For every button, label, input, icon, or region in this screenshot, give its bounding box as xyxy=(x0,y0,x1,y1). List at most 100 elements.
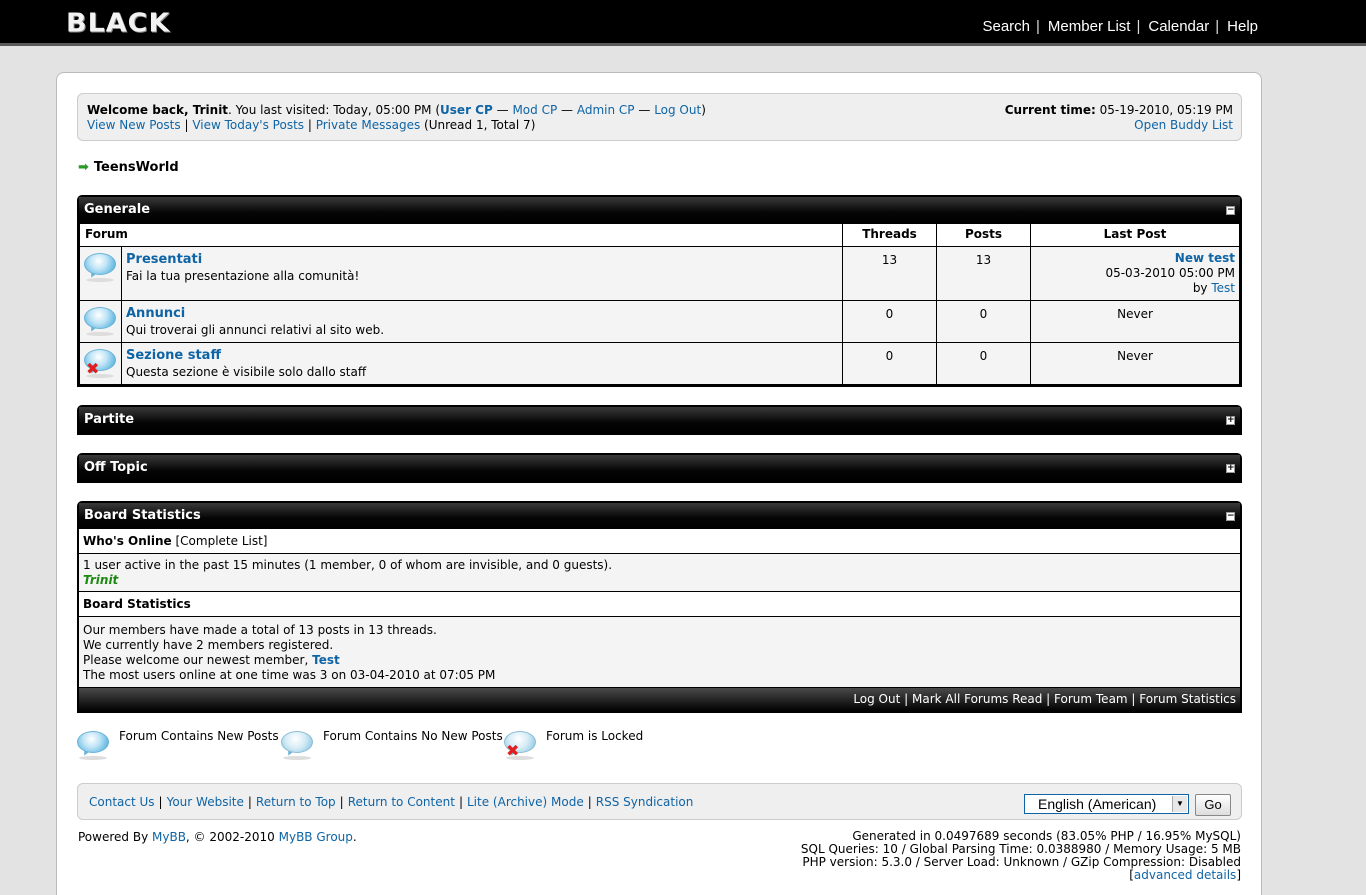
forum-last-post: New test 05-03-2010 05:00 PM by Test xyxy=(1030,246,1240,301)
board-stats-row: Board Statistics xyxy=(79,592,1240,617)
user-cp-link[interactable]: User CP xyxy=(440,103,493,117)
mybb-group-link[interactable]: MyBB Group xyxy=(279,830,353,844)
private-messages-link[interactable]: Private Messages xyxy=(316,118,421,132)
return-to-top-link[interactable]: Return to Top xyxy=(256,795,336,809)
forum-locked-icon: ✖ xyxy=(504,729,538,760)
whos-online-label: Who's Online xyxy=(83,534,172,548)
mark-all-read-link[interactable]: Mark All Forums Read xyxy=(912,692,1042,706)
forum-name-cell: Sezione staff Questa sezione è visibile … xyxy=(121,342,843,385)
expand-icon[interactable]: + xyxy=(1226,416,1235,425)
category-header: Generale − xyxy=(79,197,1240,223)
contact-us-link[interactable]: Contact Us xyxy=(89,795,155,809)
forum-name-link[interactable]: Presentati xyxy=(126,252,202,267)
advanced-details-link[interactable]: advanced details xyxy=(1134,868,1236,882)
stats-most-online-line: The most users online at one time was 3 … xyxy=(83,668,496,682)
rss-syndication-link[interactable]: RSS Syndication xyxy=(596,795,694,809)
view-todays-posts-link[interactable]: View Today's Posts xyxy=(192,118,304,132)
forum-name-link[interactable]: Sezione staff xyxy=(126,348,221,363)
legend-label: Forum is Locked xyxy=(546,729,644,743)
category-title: Off Topic xyxy=(84,460,148,475)
forum-description: Fai la tua presentazione alla comunità! xyxy=(126,269,360,283)
language-value: English (American) xyxy=(1038,796,1157,812)
chevron-down-icon[interactable]: ▼ xyxy=(1172,796,1187,812)
bottom-bar: Contact Us | Your Website | Return to Top | Re… xyxy=(77,783,1242,820)
category-off-topic: Off Topic + xyxy=(77,453,1242,483)
forum-last-post: Never xyxy=(1030,300,1240,343)
nav-calendar[interactable]: Calendar xyxy=(1148,18,1209,35)
view-new-posts-link[interactable]: View New Posts xyxy=(87,118,181,132)
complete-list-link[interactable]: [Complete List] xyxy=(176,534,268,548)
category-partite: Partite + xyxy=(77,405,1242,435)
dash: — xyxy=(638,103,651,117)
log-out-link[interactable]: Log Out xyxy=(654,103,701,117)
close-paren: ) xyxy=(701,103,706,117)
last-visited: . You last visited: Today, 05:00 PM ( xyxy=(228,103,441,117)
stats-title: Board Statistics xyxy=(84,508,201,523)
welcome-left: Welcome back, Trinit. You last visited: … xyxy=(87,103,706,132)
pm-counts: (Unread 1, Total 7) xyxy=(424,118,536,132)
board-stats-body: Our members have made a total of 13 post… xyxy=(79,617,1240,688)
forum-status-cell: ✖ xyxy=(79,342,122,385)
forum-threads: 13 xyxy=(842,246,937,301)
powered-by: Powered By MyBB, © 2002-2010 MyBB Group. xyxy=(78,830,357,844)
legend-label: Forum Contains New Posts xyxy=(119,729,279,743)
last-post-user-link[interactable]: Test xyxy=(1211,281,1235,295)
mod-cp-link[interactable]: Mod CP xyxy=(512,103,557,117)
last-post-date: 05-03-2010 05:00 PM xyxy=(1105,266,1235,280)
forum-row: Annunci Qui troverai gli annunci relativ… xyxy=(79,300,1240,343)
online-user-link[interactable]: Trinit xyxy=(83,573,118,587)
col-last-post: Last Post xyxy=(1030,223,1240,247)
stats-newest-prefix: Please welcome our newest member, xyxy=(83,653,309,667)
forum-name-link[interactable]: Annunci xyxy=(126,306,185,321)
nav-separator: | xyxy=(1136,18,1141,35)
stats-header: Board Statistics − xyxy=(79,503,1240,529)
forum-posts: 0 xyxy=(936,342,1031,385)
footer-log-out-link[interactable]: Log Out xyxy=(853,692,900,706)
forum-name-cell: Annunci Qui troverai gli annunci relativ… xyxy=(121,300,843,343)
forum-description: Qui troverai gli annunci relativi al sit… xyxy=(126,323,385,337)
last-post-title-link[interactable]: New test xyxy=(1175,251,1235,265)
arrow-right-icon: ➡ xyxy=(78,160,89,175)
your-website-link[interactable]: Your Website xyxy=(167,795,244,809)
collapse-icon[interactable]: − xyxy=(1226,512,1235,521)
language-select[interactable]: English (American) ▼ xyxy=(1024,794,1189,814)
mybb-link[interactable]: MyBB xyxy=(152,830,186,844)
go-button[interactable]: Go xyxy=(1195,794,1231,816)
forum-new-posts-icon xyxy=(77,729,111,760)
newest-member-link[interactable]: Test xyxy=(312,653,340,667)
welcome-right: Current time: 05-19-2010, 05:19 PM Open … xyxy=(1005,103,1233,133)
whos-online-row: Who's Online [Complete List] xyxy=(79,529,1240,554)
open-buddy-list-link[interactable]: Open Buddy List xyxy=(1134,118,1233,132)
welcome-greeting: Welcome back, Trinit xyxy=(87,103,229,117)
powered-copyright: , © 2002-2010 xyxy=(185,830,275,844)
forum-table: Forum Threads Posts Last Post Presentati… xyxy=(79,223,1240,385)
forum-last-post: Never xyxy=(1030,342,1240,385)
category-title: Generale xyxy=(84,202,151,217)
nav-help[interactable]: Help xyxy=(1227,18,1258,35)
stats-members-line: We currently have 2 members registered. xyxy=(83,638,334,652)
forum-threads: 0 xyxy=(842,342,937,385)
col-posts: Posts xyxy=(936,223,1031,247)
col-threads: Threads xyxy=(842,223,937,247)
online-summary: 1 user active in the past 15 minutes (1 … xyxy=(83,558,613,572)
stats-footer: Log Out | Mark All Forums Read | Forum T… xyxy=(79,688,1240,711)
forum-team-link[interactable]: Forum Team xyxy=(1054,692,1128,706)
lite-mode-link[interactable]: Lite (Archive) Mode xyxy=(467,795,584,809)
expand-icon[interactable]: + xyxy=(1226,464,1235,473)
forum-new-posts-icon xyxy=(84,251,118,282)
powered-prefix: Powered By xyxy=(78,830,149,844)
nav-search[interactable]: Search xyxy=(982,18,1030,35)
forum-statistics-link[interactable]: Forum Statistics xyxy=(1139,692,1236,706)
return-to-content-link[interactable]: Return to Content xyxy=(348,795,455,809)
collapse-icon[interactable]: − xyxy=(1226,206,1235,215)
stats-posts-line: Our members have made a total of 13 post… xyxy=(83,623,437,637)
forum-new-posts-icon xyxy=(84,305,118,336)
forum-name-cell: Presentati Fai la tua presentazione alla… xyxy=(121,246,843,301)
nav-member-list[interactable]: Member List xyxy=(1048,18,1131,35)
site-logo[interactable]: BLACK xyxy=(66,9,170,39)
breadcrumb-title: TeensWorld xyxy=(93,160,179,175)
admin-cp-link[interactable]: Admin CP xyxy=(577,103,635,117)
legend-label: Forum Contains No New Posts xyxy=(323,729,503,743)
category-title: Partite xyxy=(84,412,135,427)
board-statistics: Board Statistics − Who's Online [Complet… xyxy=(77,501,1242,713)
